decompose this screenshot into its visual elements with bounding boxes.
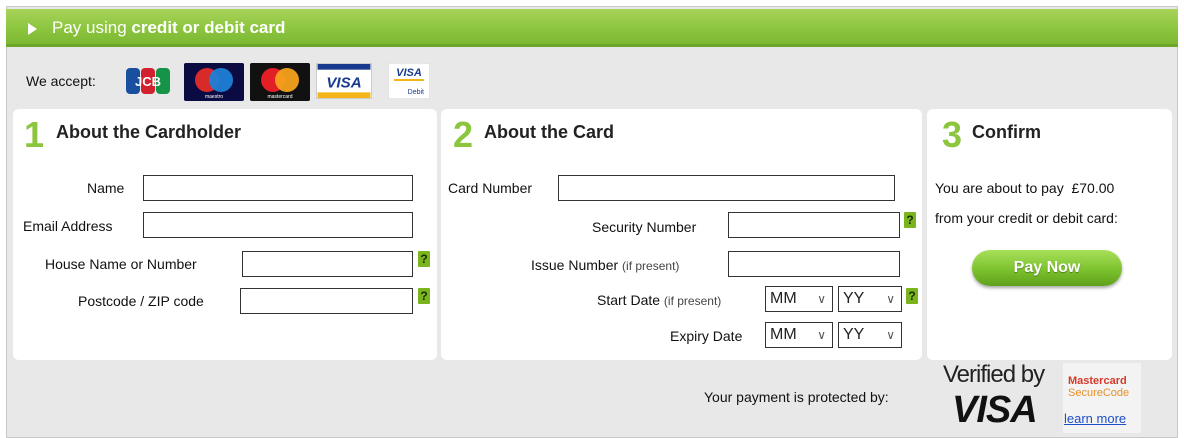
- name-label: Name: [87, 180, 125, 196]
- we-accept-label: We accept:: [26, 73, 96, 89]
- section-title-prefix: Pay using: [52, 18, 127, 37]
- security-help-icon[interactable]: ?: [904, 212, 916, 228]
- issue-number-input[interactable]: [728, 251, 900, 277]
- svg-text:mastercard: mastercard: [267, 94, 292, 100]
- card-heading: About the Card: [484, 122, 614, 142]
- svg-text:Debit: Debit: [408, 89, 424, 96]
- chevron-down-icon: ∨: [886, 328, 895, 342]
- maestro-logo: maestro: [184, 63, 244, 101]
- card-number-label: Card Number: [448, 180, 533, 196]
- start-month-value: MM: [770, 290, 797, 307]
- chevron-down-icon: ∨: [886, 292, 895, 306]
- expand-arrow-icon: [28, 23, 37, 35]
- verified-by-visa-logo: VISA: [952, 389, 1038, 431]
- pay-source-text: from your credit or debit card:: [935, 210, 1118, 226]
- name-input[interactable]: [143, 175, 413, 201]
- start-date-text: Start Date: [597, 292, 661, 308]
- issue-number-text: Issue Number: [531, 257, 619, 273]
- email-input[interactable]: [143, 212, 413, 238]
- start-date-note: (if present): [663, 294, 722, 308]
- email-label: Email Address: [23, 218, 113, 234]
- pay-now-button[interactable]: Pay Now: [972, 250, 1122, 286]
- start-year-value: YY: [843, 290, 865, 307]
- chevron-down-icon: ∨: [817, 328, 826, 342]
- card-number-input[interactable]: [558, 175, 895, 201]
- section-title: Pay using credit or debit card: [52, 18, 285, 38]
- postcode-help-icon[interactable]: ?: [418, 288, 430, 304]
- issue-number-note: (if present): [622, 259, 680, 273]
- start-date-help-icon[interactable]: ?: [906, 288, 918, 304]
- jcb-logo: JCB: [126, 68, 170, 94]
- chevron-down-icon: ∨: [817, 292, 826, 306]
- learn-more-link[interactable]: learn more: [1064, 411, 1126, 426]
- expiry-year-value: YY: [843, 326, 865, 343]
- mastercard-securecode-subtitle: SecureCode: [1068, 387, 1130, 399]
- expiry-year-select[interactable]: YY ∨: [838, 322, 902, 348]
- protected-by-label: Your payment is protected by:: [704, 389, 889, 405]
- security-number-label: Security Number: [592, 219, 697, 235]
- svg-text:VISA: VISA: [326, 75, 361, 92]
- house-label: House Name or Number: [45, 256, 197, 272]
- pay-amount-text: You are about to pay £70.00: [935, 180, 1115, 196]
- house-input[interactable]: [242, 251, 413, 277]
- confirm-section: [927, 109, 1172, 360]
- svg-text:maestro: maestro: [205, 94, 223, 100]
- step-number-1: 1: [24, 114, 45, 155]
- postcode-input[interactable]: [240, 288, 413, 314]
- postcode-label: Postcode / ZIP code: [78, 293, 204, 309]
- confirm-heading: Confirm: [972, 122, 1041, 142]
- cardholder-heading: About the Cardholder: [56, 122, 241, 142]
- expiry-date-label: Expiry Date: [670, 328, 743, 344]
- security-number-input[interactable]: [728, 212, 900, 238]
- mastercard-securecode-title: Mastercard: [1068, 375, 1127, 387]
- verified-by-visa-text: Verified by: [943, 361, 1045, 388]
- svg-text:VISA: VISA: [396, 67, 422, 79]
- svg-text:JCB: JCB: [135, 74, 161, 89]
- visa-logo: VISA: [316, 63, 372, 99]
- start-year-select[interactable]: YY ∨: [838, 286, 902, 312]
- house-help-icon[interactable]: ?: [418, 251, 430, 267]
- expiry-month-select[interactable]: MM ∨: [765, 322, 833, 348]
- start-month-select[interactable]: MM ∨: [765, 286, 833, 312]
- expiry-month-value: MM: [770, 326, 797, 343]
- step-number-2: 2: [453, 114, 474, 155]
- visa-debit-logo: VISA Debit: [388, 63, 430, 99]
- step-number-3: 3: [942, 114, 963, 155]
- mastercard-logo: mastercard: [250, 63, 310, 101]
- start-date-label: Start Date (if present): [597, 292, 721, 308]
- issue-number-label: Issue Number (if present): [531, 257, 679, 273]
- section-title-bold: credit or debit card: [131, 18, 286, 37]
